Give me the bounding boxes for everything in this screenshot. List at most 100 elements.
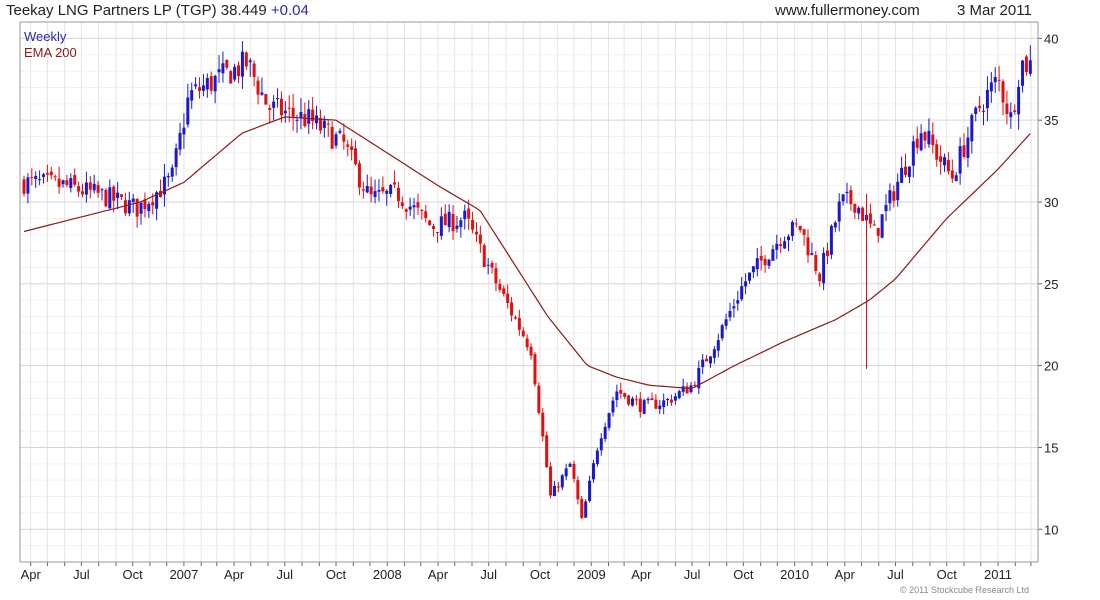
x-tick-label: Apr: [224, 567, 245, 582]
x-tick-label: Oct: [937, 567, 958, 582]
candle-body: [432, 226, 436, 230]
candle-body: [416, 202, 420, 208]
candle-body: [346, 144, 350, 147]
x-tick-label: Apr: [835, 567, 856, 582]
candle-body: [127, 200, 131, 214]
candle-body: [927, 130, 931, 145]
candle-body: [88, 182, 92, 190]
candle-body: [217, 69, 221, 73]
x-tick-label: Jul: [73, 567, 90, 582]
candle-body: [201, 85, 205, 91]
candle-body: [958, 146, 962, 174]
price-chart: 10 15 20 25 30 35 40 Apr Jul Oct 2007 Apr Jul Oct 2008…: [19, 21, 1058, 582]
candle-body: [517, 317, 521, 330]
candle-body: [545, 435, 549, 468]
candle-body: [69, 178, 73, 189]
candle-body: [139, 202, 143, 214]
candle-body: [549, 466, 553, 496]
candle-body: [826, 250, 830, 256]
candle-body: [299, 112, 303, 118]
candle-body: [591, 463, 595, 480]
candle-body: [443, 213, 447, 226]
candle-body: [287, 107, 291, 109]
candle-body: [650, 398, 654, 401]
candle-body: [919, 133, 923, 151]
x-tick-label: Jul: [887, 567, 904, 582]
candle-body: [896, 181, 900, 201]
candle-body: [716, 340, 720, 351]
candle-body: [108, 187, 112, 209]
candle-body: [900, 167, 904, 183]
y-tick-label: 35: [1044, 113, 1058, 128]
candle-body: [123, 200, 127, 214]
candle-body: [1028, 60, 1032, 74]
x-tick-label: Apr: [631, 567, 652, 582]
candle-body: [658, 405, 662, 410]
candle-body: [744, 281, 748, 287]
candle-body: [638, 398, 642, 413]
candle-body: [221, 63, 225, 74]
candle-body: [712, 349, 716, 358]
candle-body: [584, 501, 588, 518]
candle-body: [498, 284, 502, 290]
candle-body: [240, 51, 244, 77]
candle-body: [572, 463, 576, 479]
candle-body: [1001, 81, 1005, 103]
candle-body: [104, 189, 108, 207]
candle-body: [595, 450, 599, 465]
y-tick-label: 20: [1044, 359, 1058, 374]
candle-body: [779, 244, 783, 246]
candle-body: [669, 399, 673, 403]
candle-body: [911, 141, 915, 166]
candle-body: [568, 463, 572, 467]
candle-body: [525, 338, 529, 348]
candle-body: [84, 182, 88, 195]
candle-body: [880, 214, 884, 238]
candle-body: [57, 178, 61, 187]
plot-frame: [19, 21, 1039, 563]
candle-body: [646, 398, 650, 401]
candle-body: [966, 137, 970, 158]
candle-body: [248, 60, 252, 63]
x-tick-label: Jul: [684, 567, 701, 582]
candle-body: [233, 66, 237, 80]
candle-body: [771, 249, 775, 261]
candle-body: [892, 191, 896, 201]
candle-body: [408, 206, 412, 210]
candle-body: [350, 146, 354, 150]
candle-body: [264, 93, 268, 105]
candle-body: [533, 354, 537, 385]
candle-body: [322, 120, 326, 128]
x-tick-label: Oct: [733, 567, 754, 582]
x-tick-label: Jul: [480, 567, 497, 582]
candle-body: [580, 498, 584, 518]
candle-body: [763, 258, 767, 266]
candle-body: [853, 203, 857, 213]
candle-body: [369, 186, 373, 195]
candle-body: [904, 166, 908, 175]
candle-body: [506, 293, 510, 303]
candle-body: [513, 317, 517, 319]
candle-body: [798, 225, 802, 231]
candle-body: [607, 413, 611, 428]
candle-body: [494, 268, 498, 284]
candle-body: [705, 358, 709, 362]
candle-body: [1024, 56, 1028, 72]
candle-body: [229, 71, 233, 84]
candle-body: [447, 211, 451, 228]
candle-body: [49, 171, 53, 176]
candle-body: [502, 288, 506, 294]
candle-body: [751, 266, 755, 273]
legend-ema: EMA 200: [24, 45, 77, 60]
candle-body: [806, 237, 810, 256]
candle-body: [81, 191, 85, 195]
candle-body: [396, 187, 400, 202]
candle-body: [829, 225, 833, 255]
candle-body: [342, 134, 346, 142]
candle-body: [459, 220, 463, 228]
legend-weekly: Weekly: [24, 29, 67, 44]
candle-body: [213, 75, 217, 92]
candle-body: [627, 395, 631, 405]
candle-body: [260, 92, 264, 95]
candle-body: [802, 229, 806, 235]
